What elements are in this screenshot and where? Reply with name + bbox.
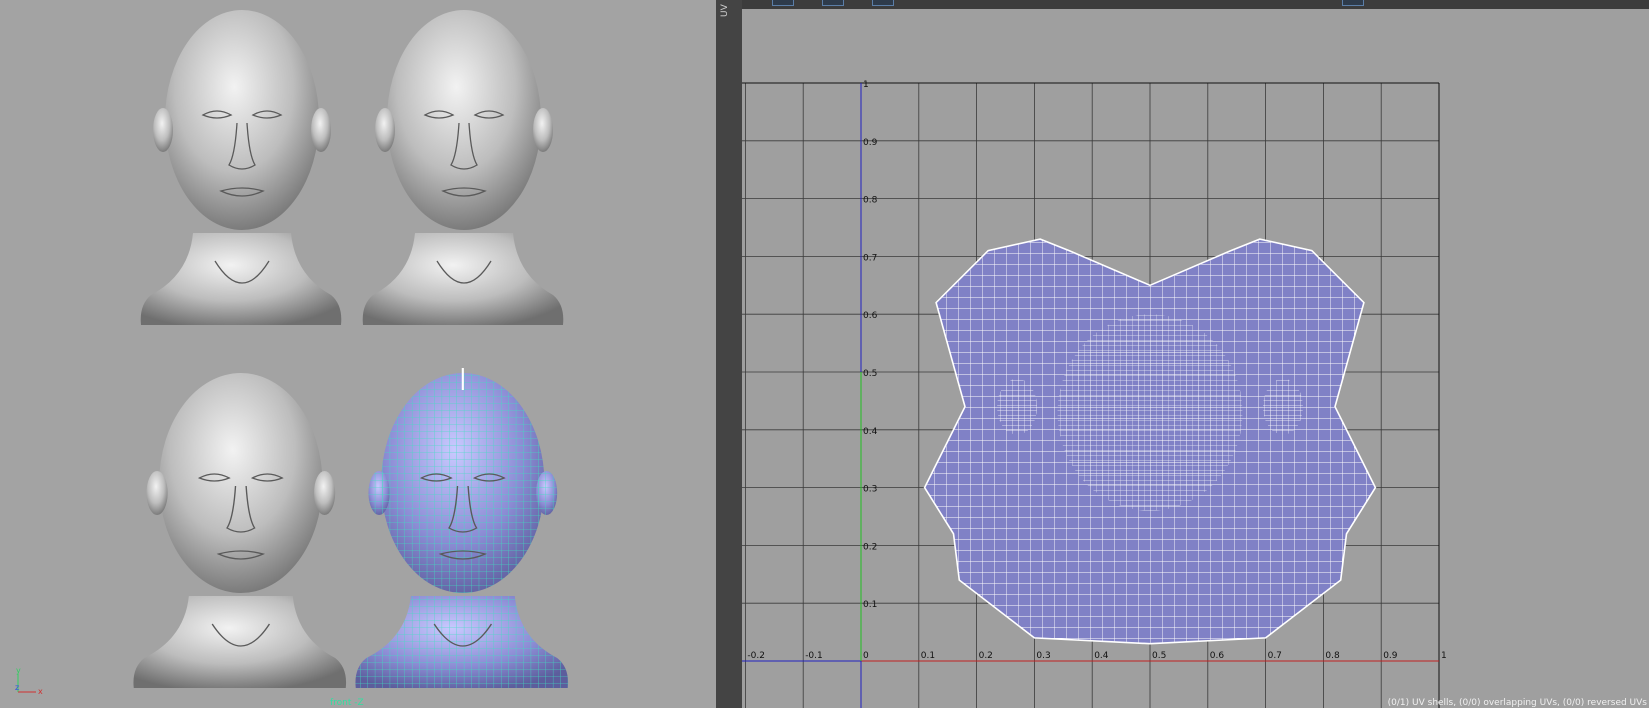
- uv-editor-tab[interactable]: UV: [720, 0, 734, 22]
- panel-splitter[interactable]: UV: [716, 0, 742, 708]
- uv-grid-canvas[interactable]: -0.2 -0.1 0 0.1 0.2 0.3 0.4 0.5 0.6 0.7 0.8 0.9 1 0.1…: [742, 0, 1649, 708]
- u-tick-label: 0: [863, 651, 869, 661]
- v-tick-label: 0.9: [863, 138, 878, 148]
- v-tick-label: 0.7: [863, 253, 877, 263]
- v-tick-label: 0.3: [863, 485, 877, 495]
- v-tick-label: 0.4: [863, 427, 878, 437]
- u-tick-label: 0.5: [1152, 651, 1166, 661]
- uv-ear-region: [1262, 378, 1303, 435]
- v-tick-label: 0.8: [863, 196, 878, 206]
- v-tick-label: 0.1: [863, 600, 877, 610]
- uv-face-dense-region: [1057, 314, 1243, 511]
- u-tick-label: 0.3: [1036, 651, 1050, 661]
- u-tick-label: 0.7: [1268, 651, 1282, 661]
- axis-gizmo: y z x: [14, 666, 44, 696]
- v-tick-label: 1: [863, 80, 869, 90]
- v-tick-label: 0.2: [863, 542, 877, 552]
- uv-status-text: (0/1) UV shells, (0/0) overlapping UVs, …: [1387, 698, 1647, 708]
- u-tick-label: 0.4: [1094, 651, 1109, 661]
- u-tick-label: 0.8: [1325, 651, 1340, 661]
- u-tick-label: 0.1: [921, 651, 935, 661]
- uv-shell-head[interactable]: [923, 238, 1377, 645]
- gizmo-x-label: x: [38, 687, 43, 696]
- v-tick-label: 0.5: [863, 369, 877, 379]
- u-tick-label: -0.1: [805, 651, 823, 661]
- male-head[interactable]: [133, 373, 347, 688]
- gizmo-y-label: y: [16, 666, 21, 675]
- male-head-wireframe-selected[interactable]: [355, 368, 569, 688]
- camera-label: front -Z: [330, 698, 364, 708]
- u-tick-label: -0.2: [747, 651, 765, 661]
- 3d-viewport[interactable]: y z x front -Z: [0, 0, 716, 708]
- u-tick-label: 0.9: [1383, 651, 1398, 661]
- uv-editor-panel[interactable]: -0.2 -0.1 0 0.1 0.2 0.3 0.4 0.5 0.6 0.7 0.8 0.9 1 0.1…: [742, 0, 1649, 708]
- u-tick-label: 1: [1441, 651, 1447, 661]
- female-head-2[interactable]: [362, 10, 564, 325]
- gizmo-z-label: z: [15, 683, 19, 692]
- uv-ear-region: [997, 378, 1038, 435]
- female-head-1[interactable]: [140, 10, 342, 325]
- u-tick-label: 0.6: [1210, 651, 1225, 661]
- u-tick-label: 0.2: [979, 651, 993, 661]
- v-tick-label: 0.6: [863, 311, 878, 321]
- viewport-canvas[interactable]: [0, 0, 716, 708]
